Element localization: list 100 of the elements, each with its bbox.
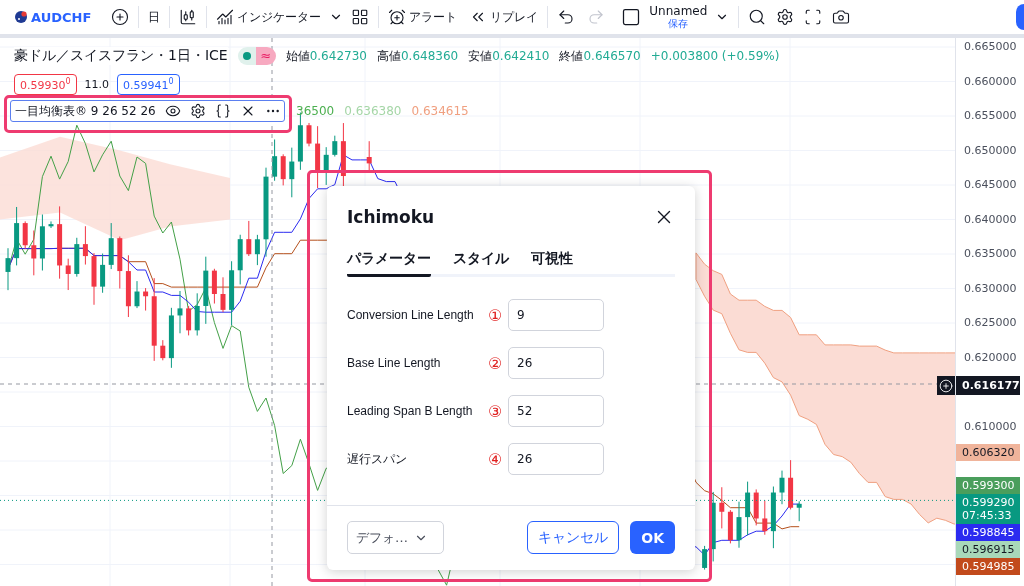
candlestick	[39, 214, 45, 271]
cancel-button[interactable]: キャンセル	[527, 521, 620, 554]
replay-button[interactable]: リプレイ	[465, 5, 543, 29]
candlestick	[280, 153, 286, 186]
candlestick	[315, 125, 321, 189]
visibility-button[interactable]	[164, 103, 181, 119]
price-label: 0.620000	[964, 350, 1017, 364]
price-label: 0.635000	[964, 247, 1017, 260]
price-label: 0.640000	[964, 212, 1017, 226]
candlestick	[788, 459, 794, 510]
ohlc-value: 終値0.646570	[559, 47, 641, 65]
symbol-button[interactable]: AUDCHF	[10, 6, 96, 28]
candlestick	[168, 307, 174, 369]
eye-icon	[164, 103, 181, 119]
indicator-value: 0.634615	[411, 104, 469, 118]
price-label: 0.660000	[964, 74, 1017, 88]
alert-button[interactable]: アラート	[384, 5, 462, 29]
candlestick	[332, 135, 338, 157]
candlestick	[246, 220, 252, 257]
braces-icon	[214, 103, 231, 119]
price-badge: 0.594985	[956, 558, 1020, 575]
candlestick	[366, 140, 372, 172]
price-label: 0.650000	[964, 143, 1017, 157]
settings-icon	[776, 8, 795, 26]
indicator-legend[interactable]: 一目均衡表® 9 26 52 26	[10, 100, 285, 122]
candlestick	[211, 268, 217, 305]
market-open-dot	[242, 52, 251, 60]
candlestick	[770, 486, 776, 549]
countdown-time: 07:45:33	[962, 509, 1013, 522]
add-level-button[interactable]	[937, 376, 955, 395]
candlestick	[762, 499, 768, 536]
candlestick	[117, 236, 123, 289]
candlestick	[100, 253, 106, 294]
candlestick	[74, 237, 80, 278]
ohlc-value: 安値0.642410	[468, 47, 550, 65]
candlestick	[186, 305, 192, 336]
interval-button[interactable]: 日	[144, 5, 165, 29]
search-icon	[748, 8, 767, 26]
number-marker: ④	[488, 449, 504, 469]
price-label: 0.630000	[964, 281, 1017, 295]
input-field[interactable]: 52	[508, 395, 604, 427]
price-badge: 0.598845	[956, 524, 1020, 541]
candlestick	[5, 247, 11, 291]
crosshair-price: 0.616177	[956, 376, 1020, 395]
price-label: 0.655000	[964, 109, 1017, 122]
candlestick	[108, 222, 114, 270]
candlestick	[194, 292, 200, 336]
candlestick	[14, 206, 20, 266]
source-code-button[interactable]	[214, 103, 231, 119]
candlestick	[702, 545, 708, 571]
tab[interactable]: スタイル	[453, 250, 509, 277]
input-field[interactable]: 26	[508, 443, 604, 475]
number-marker: ①	[488, 305, 504, 325]
ohlc-value: 高値0.648360	[376, 47, 459, 65]
candlestick-icon	[179, 8, 198, 26]
settings-button[interactable]	[189, 103, 206, 119]
candlestick	[237, 234, 243, 285]
candlestick	[177, 290, 183, 334]
candlestick	[22, 220, 28, 250]
candlestick	[31, 230, 37, 276]
layout-name-button[interactable]: Unnamed 保存	[645, 4, 712, 30]
field-label: Conversion Line Length	[347, 308, 475, 322]
ok-button[interactable]: OK	[630, 521, 675, 554]
candlestick	[134, 280, 140, 309]
price-label: 0.645000	[964, 178, 1017, 191]
price-badge: 0.599300	[956, 477, 1020, 494]
candlestick	[229, 260, 235, 326]
tab[interactable]: 可視性	[531, 250, 573, 277]
number-marker: ③	[488, 401, 504, 421]
square-icon	[621, 7, 642, 27]
input-field[interactable]: 9	[508, 299, 604, 331]
candlestick	[48, 220, 54, 229]
candlestick	[65, 258, 71, 291]
buy-price-button[interactable]: 0.59941$^{0}$	[117, 74, 180, 95]
candlestick	[91, 252, 97, 306]
add-icon	[111, 8, 130, 26]
field-label: Leading Span B Length	[347, 404, 474, 418]
number-marker: ②	[488, 353, 504, 373]
add-icon	[939, 378, 953, 393]
candlestick	[745, 481, 751, 536]
indicator-value: 36500	[296, 104, 335, 118]
candlestick	[306, 122, 312, 147]
candlestick	[220, 276, 226, 313]
candlestick	[736, 501, 742, 549]
input-field[interactable]: 26	[508, 347, 604, 379]
candlestick	[272, 139, 278, 182]
tab[interactable]: パラメーター	[347, 250, 431, 277]
defaults-dropdown[interactable]: デフォ…	[347, 521, 444, 554]
price-change: +0.003800 (+0.59%)	[650, 49, 780, 63]
indicators-button[interactable]: インジケーター	[212, 5, 326, 29]
candlestick	[710, 491, 716, 562]
flag-icon	[14, 10, 28, 24]
fullscreen-icon	[804, 8, 823, 26]
candlestick	[727, 509, 733, 544]
candlestick	[719, 486, 725, 529]
price-badge: 0.606320	[956, 444, 1020, 461]
sell-price-button[interactable]: 0.59930$^{0}$	[14, 74, 77, 95]
price-label: 0.625000	[964, 316, 1017, 329]
price-badge: 0.596915	[956, 541, 1020, 558]
candlestick	[340, 122, 346, 189]
